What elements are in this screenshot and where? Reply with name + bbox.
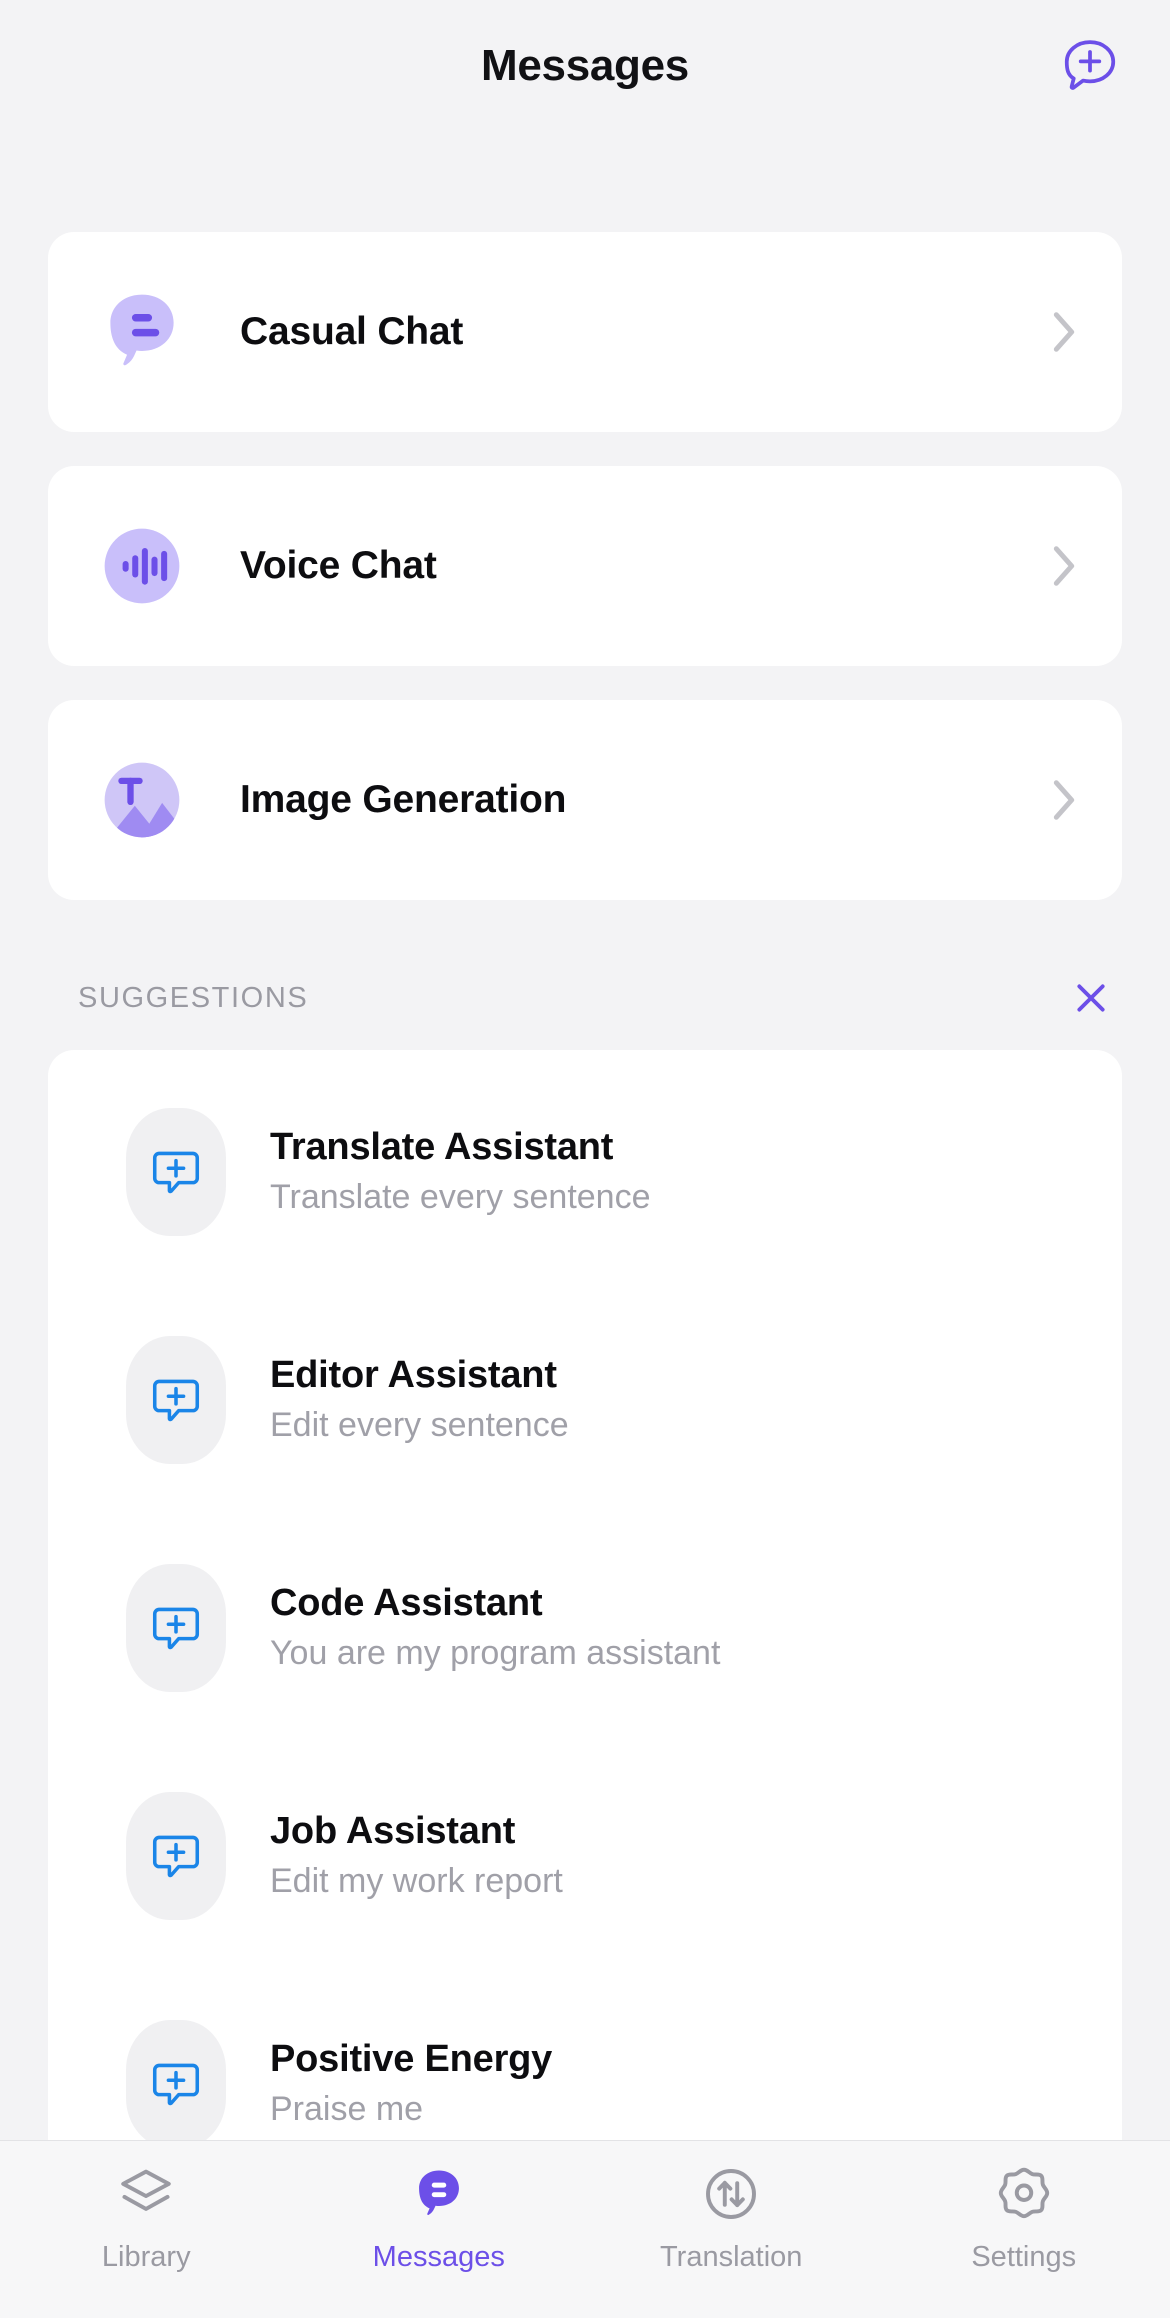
tab-settings[interactable]: Settings	[878, 2163, 1170, 2274]
chat-bubble-lines-icon	[96, 286, 188, 378]
list-item[interactable]: Editor Assistant Edit every sentence	[48, 1286, 1122, 1514]
mode-label: Casual Chat	[240, 310, 1044, 354]
layers-icon	[115, 2163, 177, 2225]
suggestion-subtitle: You are my program assistant	[270, 1636, 720, 1672]
suggestion-text: Translate Assistant Translate every sent…	[270, 1128, 651, 1216]
list-item[interactable]: Job Assistant Edit my work report	[48, 1742, 1122, 1970]
mode-list: Casual Chat Voice Chat	[0, 232, 1170, 900]
suggestion-icon-background	[126, 1336, 226, 1464]
mode-label: Voice Chat	[240, 544, 1044, 588]
tab-library[interactable]: Library	[0, 2163, 293, 2274]
voice-waveform-icon	[96, 520, 188, 612]
suggestion-text: Editor Assistant Edit every sentence	[270, 1356, 569, 1444]
suggestion-subtitle: Edit every sentence	[270, 1408, 569, 1444]
gear-icon	[993, 2163, 1055, 2225]
tab-messages[interactable]: Messages	[293, 2163, 586, 2274]
new-message-button[interactable]	[1052, 28, 1128, 104]
list-item[interactable]: Code Assistant You are my program assist…	[48, 1514, 1122, 1742]
suggestion-icon-background	[126, 2020, 226, 2148]
suggestion-title: Positive Energy	[270, 2040, 552, 2080]
mode-label: Image Generation	[240, 778, 1044, 822]
suggestion-text: Job Assistant Edit my work report	[270, 1812, 563, 1900]
tab-label: Messages	[373, 2241, 505, 2274]
bubble-plus-icon	[149, 1373, 203, 1427]
suggestion-title: Editor Assistant	[270, 1356, 569, 1396]
chat-bubble-filled-icon	[408, 2163, 470, 2225]
suggestion-subtitle: Edit my work report	[270, 1864, 563, 1900]
bubble-plus-icon	[149, 1829, 203, 1883]
suggestion-title: Translate Assistant	[270, 1128, 651, 1168]
new-message-bubble-plus-icon	[1059, 35, 1121, 97]
tab-label: Library	[102, 2241, 191, 2274]
suggestion-icon-background	[126, 1108, 226, 1236]
chevron-right-icon	[1044, 546, 1084, 586]
suggestion-icon-background	[126, 1564, 226, 1692]
suggestion-title: Job Assistant	[270, 1812, 563, 1852]
mode-card-casual-chat[interactable]: Casual Chat	[48, 232, 1122, 432]
list-item[interactable]: Translate Assistant Translate every sent…	[48, 1058, 1122, 1286]
tab-translation[interactable]: Translation	[585, 2163, 878, 2274]
suggestion-icon-background	[126, 1792, 226, 1920]
chevron-right-icon	[1044, 312, 1084, 352]
bubble-plus-icon	[149, 1601, 203, 1655]
tab-label: Settings	[971, 2241, 1076, 2274]
suggestion-title: Code Assistant	[270, 1584, 720, 1624]
close-x-icon	[1071, 978, 1111, 1018]
suggestions-header: SUGGESTIONS	[0, 962, 1170, 1034]
suggestions-close-button[interactable]	[1064, 971, 1118, 1025]
page-title: Messages	[481, 41, 689, 91]
bubble-plus-icon	[149, 2057, 203, 2111]
suggestion-text: Positive Energy Praise me	[270, 2040, 552, 2128]
translate-arrows-circle-icon	[700, 2163, 762, 2225]
suggestion-subtitle: Translate every sentence	[270, 1180, 651, 1216]
suggestion-subtitle: Praise me	[270, 2092, 552, 2128]
tab-label: Translation	[660, 2241, 802, 2274]
mode-card-image-generation[interactable]: Image Generation	[48, 700, 1122, 900]
chevron-right-icon	[1044, 780, 1084, 820]
page-header: Messages	[0, 0, 1170, 132]
text-to-image-icon	[96, 754, 188, 846]
mode-card-voice-chat[interactable]: Voice Chat	[48, 466, 1122, 666]
bubble-plus-icon	[149, 1145, 203, 1199]
suggestion-text: Code Assistant You are my program assist…	[270, 1584, 720, 1672]
suggestions-title: SUGGESTIONS	[78, 982, 308, 1015]
suggestions-list: Translate Assistant Translate every sent…	[48, 1050, 1122, 2198]
bottom-tab-bar: Library Messages Translation	[0, 2140, 1170, 2318]
